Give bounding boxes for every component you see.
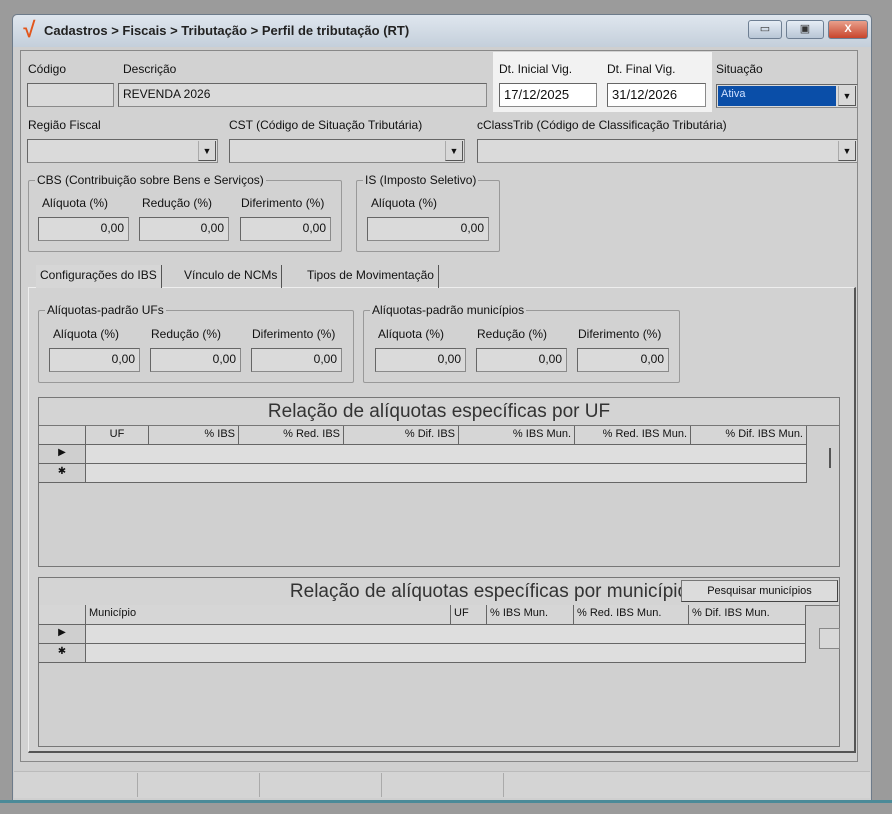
regiao-fiscal-select[interactable]: ▼ <box>27 139 218 163</box>
chevron-down-icon[interactable]: ▼ <box>198 141 216 161</box>
table-row[interactable] <box>86 445 807 464</box>
col-header-dif-ibs-mun[interactable]: % Dif. IBS Mun. <box>691 426 807 445</box>
ibs-ufs-group: Alíquotas-padrão UFs <box>38 303 354 383</box>
codigo-label: Código <box>28 62 67 76</box>
is-group-title: IS (Imposto Seletivo) <box>363 173 479 187</box>
col-header-red-ibs[interactable]: % Red. IBS <box>239 426 344 445</box>
ufs-diferimento-label: Diferimento (%) <box>252 327 336 341</box>
col-header-uf[interactable]: UF <box>86 426 149 445</box>
mun-reducao-input[interactable]: 0,00 <box>476 348 567 372</box>
grid-uf-title: Relação de alíquotas específicas por UF <box>39 398 839 426</box>
status-panel <box>260 773 382 797</box>
maximize-button[interactable]: ▣ <box>786 20 824 39</box>
col-header-dif-ibs[interactable]: % Dif. IBS <box>344 426 459 445</box>
col-header-ibs-mun[interactable]: % IBS Mun. <box>487 605 574 625</box>
pesquisar-municipios-button[interactable]: Pesquisar municípios <box>681 580 838 602</box>
ufs-diferimento-input[interactable]: 0,00 <box>251 348 342 372</box>
close-button[interactable]: X <box>828 20 868 39</box>
regiao-fiscal-label: Região Fiscal <box>28 118 101 132</box>
status-panel <box>138 773 260 797</box>
chevron-down-icon[interactable]: ▼ <box>838 141 856 161</box>
ufs-reducao-input[interactable]: 0,00 <box>150 348 241 372</box>
status-panel <box>382 773 504 797</box>
grid-uf-corner <box>39 426 86 445</box>
cbs-group-title: CBS (Contribuição sobre Bens e Serviços) <box>35 173 266 187</box>
current-row-indicator-icon[interactable]: ▶ <box>39 445 86 464</box>
new-row-indicator-icon[interactable]: ✱ <box>39 464 86 483</box>
ufs-reducao-label: Redução (%) <box>151 327 222 341</box>
dt-final-input[interactable]: 31/12/2026 <box>607 83 706 107</box>
scrollbar[interactable] <box>829 448 831 468</box>
table-row[interactable] <box>86 625 806 644</box>
cbs-aliquota-input[interactable]: 0,00 <box>38 217 129 241</box>
cbs-diferimento-label: Diferimento (%) <box>241 196 325 210</box>
cbs-reducao-label: Redução (%) <box>142 196 213 210</box>
cbs-group: CBS (Contribuição sobre Bens e Serviços) <box>28 173 342 252</box>
tab-vinculo-ncms[interactable]: Vínculo de NCMs <box>180 265 283 288</box>
ufs-aliquota-input[interactable]: 0,00 <box>49 348 140 372</box>
dt-final-label: Dt. Final Vig. <box>607 62 676 76</box>
grid-mun-corner <box>39 605 86 625</box>
mun-reducao-label: Redução (%) <box>477 327 548 341</box>
cclasstrib-label: cClassTrib (Código de Classificação Trib… <box>477 118 727 132</box>
dt-inicial-input[interactable]: 17/12/2025 <box>499 83 597 107</box>
dt-inicial-label: Dt. Inicial Vig. <box>499 62 573 76</box>
cbs-diferimento-input[interactable]: 0,00 <box>240 217 331 241</box>
cst-select[interactable]: ▼ <box>229 139 465 163</box>
mun-diferimento-input[interactable]: 0,00 <box>577 348 669 372</box>
ibs-municipios-title: Alíquotas-padrão municípios <box>370 303 527 317</box>
is-aliquota-label: Alíquota (%) <box>371 196 438 210</box>
is-group: IS (Imposto Seletivo) <box>356 173 500 252</box>
tab-configuracoes-ibs[interactable]: Configurações do IBS <box>36 265 162 288</box>
window-title: Cadastros > Fiscais > Tributação > Perfi… <box>44 23 410 38</box>
descricao-input[interactable]: REVENDA 2026 <box>118 83 487 107</box>
app-logo-icon: √ <box>22 17 35 42</box>
minimize-button[interactable]: ▭ <box>748 20 782 39</box>
situacao-label: Situação <box>716 62 763 76</box>
grid-aliquotas-municipio[interactable]: Relação de alíquotas específicas por mun… <box>38 577 840 747</box>
col-header-red-ibs-mun[interactable]: % Red. IBS Mun. <box>575 426 691 445</box>
scrollbar[interactable] <box>819 628 840 649</box>
col-header-ibs-mun[interactable]: % IBS Mun. <box>459 426 575 445</box>
new-table-row[interactable] <box>86 464 807 483</box>
tab-tipos-movimentacao[interactable]: Tipos de Movimentação <box>303 265 439 288</box>
ibs-ufs-title: Alíquotas-padrão UFs <box>45 303 166 317</box>
ufs-aliquota-label: Alíquota (%) <box>53 327 120 341</box>
col-header-ibs[interactable]: % IBS <box>149 426 239 445</box>
col-header-dif-ibs-mun[interactable]: % Dif. IBS Mun. <box>689 605 806 625</box>
chevron-down-icon[interactable]: ▼ <box>838 86 856 106</box>
taskbar-edge <box>0 800 892 803</box>
new-row-indicator-icon[interactable]: ✱ <box>39 644 86 663</box>
new-table-row[interactable] <box>86 644 806 663</box>
cbs-reducao-input[interactable]: 0,00 <box>139 217 229 241</box>
grid-aliquotas-uf[interactable]: Relação de alíquotas específicas por UF … <box>38 397 840 567</box>
mun-diferimento-label: Diferimento (%) <box>578 327 662 341</box>
col-header-municipio[interactable]: Município <box>86 605 451 625</box>
status-panel <box>14 773 138 797</box>
is-aliquota-input[interactable]: 0,00 <box>367 217 489 241</box>
mun-aliquota-input[interactable]: 0,00 <box>375 348 466 372</box>
ibs-municipios-group: Alíquotas-padrão municípios <box>363 303 680 383</box>
situacao-selected-value: Ativa <box>718 86 836 106</box>
col-header-uf[interactable]: UF <box>451 605 487 625</box>
chevron-down-icon[interactable]: ▼ <box>445 141 463 161</box>
cclasstrib-select[interactable]: ▼ <box>477 139 858 163</box>
cbs-aliquota-label: Alíquota (%) <box>42 196 109 210</box>
col-header-red-ibs-mun[interactable]: % Red. IBS Mun. <box>574 605 689 625</box>
situacao-select[interactable]: Ativa ▼ <box>716 84 858 108</box>
codigo-input[interactable] <box>27 83 114 107</box>
mun-aliquota-label: Alíquota (%) <box>378 327 445 341</box>
current-row-indicator-icon[interactable]: ▶ <box>39 625 86 644</box>
cst-label: CST (Código de Situação Tributária) <box>229 118 423 132</box>
descricao-label: Descrição <box>123 62 177 76</box>
